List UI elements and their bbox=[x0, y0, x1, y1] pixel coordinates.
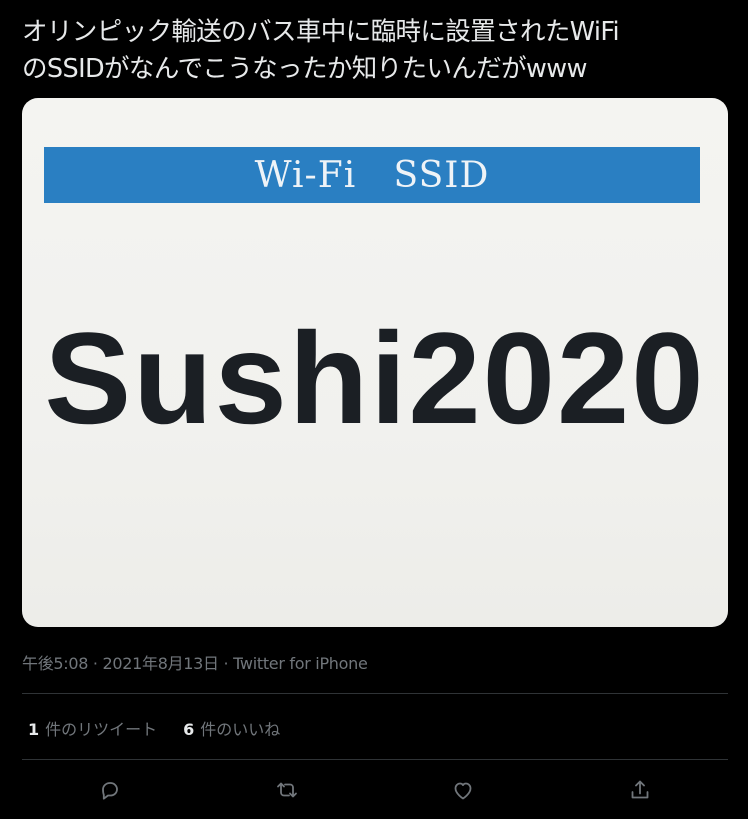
like-icon bbox=[454, 782, 472, 800]
tweet-actions bbox=[22, 770, 728, 810]
tweet-photo[interactable]: Wi-Fi SSID Sushi2020 bbox=[22, 98, 728, 627]
likes-stat[interactable]: 6 件のいいね bbox=[183, 716, 280, 740]
divider-top bbox=[22, 693, 728, 694]
divider-bottom bbox=[22, 759, 728, 760]
likes-label: 件のいいね bbox=[200, 720, 281, 739]
tweet: オリンピック輸送のバス車中に臨時に設置されたWiFi のSSIDがなんでこうなっ… bbox=[0, 0, 748, 819]
retweets-stat[interactable]: 1 件のリツイート bbox=[28, 716, 157, 740]
like-button[interactable] bbox=[443, 770, 483, 810]
retweets-count: 1 bbox=[28, 720, 40, 739]
retweet-icon bbox=[277, 782, 297, 798]
tweet-stats: 1 件のリツイート 6 件のいいね bbox=[28, 716, 280, 740]
ssid-banner-label: Wi-Fi SSID bbox=[254, 154, 490, 196]
ssid-banner: Wi-Fi SSID bbox=[44, 147, 700, 203]
tweet-text: オリンピック輸送のバス車中に臨時に設置されたWiFi のSSIDがなんでこうなっ… bbox=[22, 17, 620, 84]
ssid-name: Sushi2020 bbox=[44, 305, 706, 451]
share-button[interactable] bbox=[620, 770, 660, 810]
reply-button[interactable] bbox=[90, 770, 130, 810]
reply-icon bbox=[102, 782, 118, 800]
likes-count: 6 bbox=[183, 720, 195, 739]
tweet-timestamp[interactable]: 午後5:08 · 2021年8月13日 · Twitter for iPhone bbox=[22, 650, 368, 674]
retweets-label: 件のリツイート bbox=[45, 720, 158, 739]
retweet-button[interactable] bbox=[267, 770, 307, 810]
share-icon bbox=[631, 780, 649, 799]
